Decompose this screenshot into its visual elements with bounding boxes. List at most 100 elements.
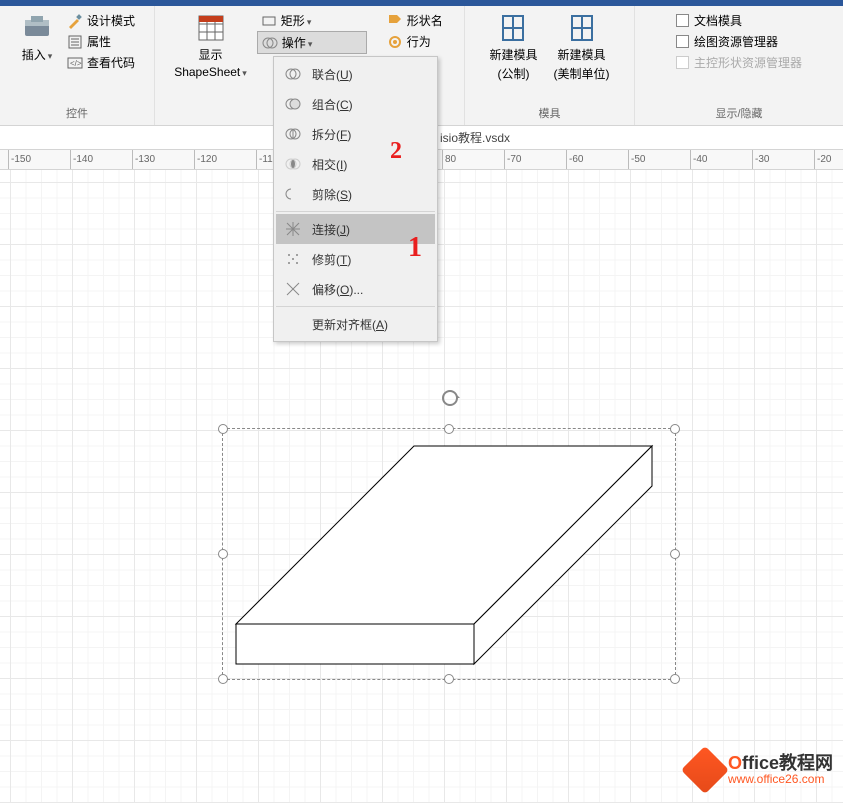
shapesheet-label: ShapeSheet [174,65,247,79]
ruler-tick: -150 [8,150,31,169]
code-icon: </> [67,55,83,71]
operation-button[interactable]: 操作 [257,31,367,54]
ruler-tick: -60 [566,150,583,169]
union-icon [284,65,302,83]
rotate-handle[interactable] [440,388,460,413]
behavior-label: 行为 [407,33,431,50]
stencil-metric-icon [497,12,529,44]
trim-icon [284,250,302,268]
menu-combine[interactable]: 组合(C) [276,89,435,119]
properties-label: 属性 [87,33,111,50]
rectangle-label: 矩形 [281,12,363,29]
menu-update-align[interactable]: 更新对齐框(A) [276,309,435,339]
document-title: isio教程.vsdx [440,129,510,146]
subtract-icon [284,185,302,203]
ruler-tick: -50 [628,150,645,169]
rectangle-icon [261,13,277,29]
menu-offset[interactable]: 偏移(O)... [276,274,435,304]
fragment-icon [284,125,302,143]
shapesheet-icon [195,12,227,44]
shape-name-button[interactable]: 形状名 [383,10,451,31]
menu-trim-label: 修剪(T) [312,251,351,268]
insert-button[interactable]: 插入 [15,10,59,65]
insert-label: 插入 [22,46,53,63]
show-label: 显示 [198,46,222,63]
block-shape[interactable] [222,428,676,680]
properties-button[interactable]: 属性 [63,31,139,52]
menu-union[interactable]: 联合(U) [276,59,435,89]
ribbon-group-showhide: 文档模具 绘图资源管理器 主控形状资源管理器 显示/隐藏 [635,6,843,125]
intersect-icon [284,155,302,173]
menu-fragment[interactable]: 拆分(F) [276,119,435,149]
blank-icon [284,315,302,333]
stencil-us-icon [566,12,598,44]
operations-menu: 联合(U) 组合(C) 拆分(F) 相交(I) 剪除(S) 连接(J) 修剪(T… [273,56,438,342]
behavior-button[interactable]: 行为 [383,31,451,52]
new-stencil-us-button[interactable]: 新建模具 (美制单位) [548,10,616,84]
offset-icon [284,280,302,298]
showhide-group-label: 显示/隐藏 [715,103,762,123]
menu-fragment-label: 拆分(F) [312,126,351,143]
ruler-tick: -70 [504,150,521,169]
watermark-url: www.office26.com [728,773,833,786]
ruler-tick: -30 [752,150,769,169]
menu-union-label: 联合(U) [312,66,353,83]
checkbox-icon [676,35,689,48]
rectangle-button[interactable]: 矩形 [257,10,367,31]
menu-separator [276,211,435,212]
menu-separator [276,306,435,307]
menu-combine-label: 组合(C) [312,96,353,113]
properties-icon [67,34,83,50]
new-stencil-metric-label2: (公制) [497,65,529,82]
doc-stencil-checkbox[interactable]: 文档模具 [672,10,806,31]
menu-intersect-label: 相交(I) [312,156,347,173]
watermark: Office教程网 www.office26.com [688,753,833,787]
watermark-logo [681,746,729,794]
new-stencil-us-label1: 新建模具 [557,46,605,63]
master-explorer-checkbox: 主控形状资源管理器 [672,52,806,73]
menu-offset-label: 偏移(O)... [312,281,363,298]
shape-name-label: 形状名 [407,12,443,29]
ruler-tick: -140 [70,150,93,169]
view-code-button[interactable]: </> 查看代码 [63,52,139,73]
master-explorer-label: 主控形状资源管理器 [694,54,802,71]
new-stencil-metric-button[interactable]: 新建模具 (公制) [483,10,543,84]
stencils-group-label: 模具 [539,103,561,123]
operation-icon [262,35,278,51]
ruler-tick: -120 [194,150,217,169]
drawing-explorer-checkbox[interactable]: 绘图资源管理器 [672,31,806,52]
menu-subtract[interactable]: 剪除(S) [276,179,435,209]
menu-join-label: 连接(J) [312,221,350,238]
controls-group-label: 控件 [66,103,88,123]
ribbon-group-stencils: 新建模具 (公制) 新建模具 (美制单位) 模具 [465,6,635,125]
new-stencil-us-label2: (美制单位) [554,65,610,82]
ruler-tick: -130 [132,150,155,169]
combine-icon [284,95,302,113]
toolbox-icon [21,12,53,44]
ruler-tick: 80 [442,150,456,169]
design-mode-button[interactable]: 设计模式 [63,10,139,31]
join-icon [284,220,302,238]
new-stencil-metric-label1: 新建模具 [489,46,537,63]
shapesheet-button[interactable]: 显示 ShapeSheet [168,10,253,81]
ruler-tick: -40 [690,150,707,169]
annotation-1: 1 [408,232,422,264]
design-mode-icon [67,13,83,29]
menu-intersect[interactable]: 相交(I) [276,149,435,179]
view-code-label: 查看代码 [87,54,135,71]
design-mode-label: 设计模式 [87,12,135,29]
annotation-2: 2 [390,138,402,165]
menu-update-align-label: 更新对齐框(A) [312,316,388,333]
gear-icon [387,34,403,50]
menu-subtract-label: 剪除(S) [312,186,352,203]
ruler-tick: -20 [814,150,831,169]
tag-icon [387,13,403,29]
svg-text:</>: </> [70,59,82,68]
drawing-explorer-label: 绘图资源管理器 [694,33,778,50]
checkbox-icon [676,56,689,69]
doc-stencil-label: 文档模具 [694,12,742,29]
operation-label: 操作 [282,34,313,51]
watermark-title: Office教程网 [728,754,833,774]
checkbox-icon [676,14,689,27]
ribbon-group-controls: 插入 设计模式 属性 </> [0,6,155,125]
